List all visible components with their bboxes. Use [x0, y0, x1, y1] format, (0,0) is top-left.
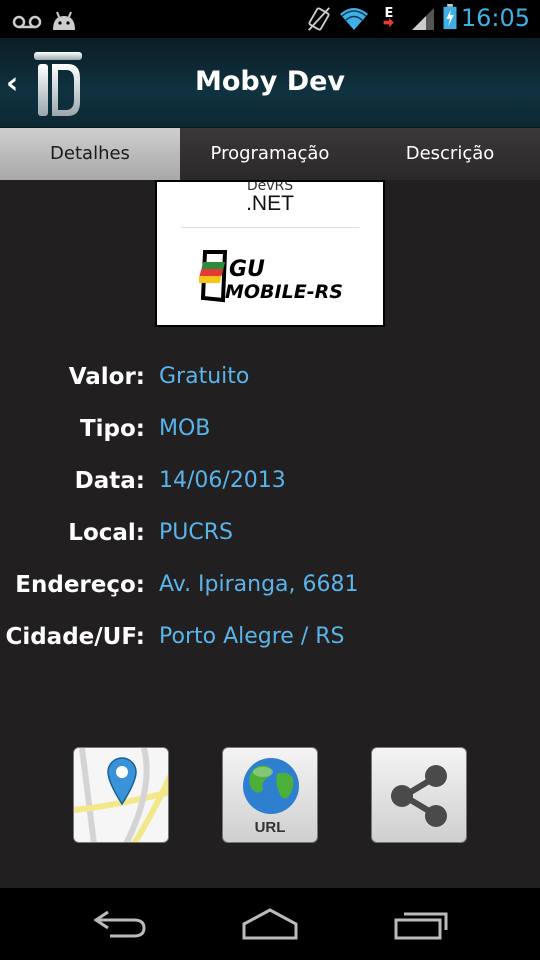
gu-mobile-rs-logo: GU MOBILE-RS: [199, 250, 343, 303]
map-pin-icon: [74, 748, 168, 842]
wifi-icon: [340, 8, 368, 30]
detail-label: Tipo:: [79, 416, 145, 442]
detail-value: Av. Ipiranga, 6681: [159, 572, 359, 597]
detail-label: Endereço:: [15, 572, 145, 598]
vibrate-icon: [308, 7, 330, 31]
nav-back-icon[interactable]: [90, 906, 150, 942]
sponsor-net-text: .NET: [246, 192, 294, 215]
tab-descricao[interactable]: Descrição: [360, 128, 540, 180]
detail-label: Cidade/UF:: [5, 624, 145, 650]
status-bar: E 16:05: [0, 0, 540, 38]
svg-text:E: E: [385, 6, 394, 21]
detail-label: Data:: [74, 468, 145, 494]
detail-value: Gratuito: [159, 364, 250, 389]
nav-recents-icon[interactable]: [392, 906, 452, 942]
sponsor-image: DevRS .NET GU MOBILE-RS: [155, 180, 385, 327]
tab-programacao[interactable]: Programação: [180, 128, 360, 180]
android-icon: [53, 11, 75, 30]
detail-row-endereco: Endereço: Av. Ipiranga, 6681: [0, 565, 540, 605]
sponsor-divider: [181, 227, 359, 228]
signal-icon: [412, 8, 434, 30]
logo-text-gu: GU: [229, 257, 265, 282]
nav-bar: [0, 888, 540, 960]
detail-value: Porto Alegre / RS: [159, 624, 345, 649]
detail-row-valor: Valor: Gratuito: [0, 357, 540, 397]
nav-home-icon[interactable]: [240, 906, 300, 942]
map-button[interactable]: [73, 747, 169, 843]
url-label: URL: [254, 819, 286, 836]
detail-row-cidade: Cidade/UF: Porto Alegre / RS: [0, 617, 540, 657]
tab-detalhes[interactable]: Detalhes: [0, 128, 180, 180]
action-bar: ‹ Moby Dev: [0, 38, 540, 128]
logo-text-mobile-rs: MOBILE-RS: [225, 281, 343, 303]
detail-row-tipo: Tipo: MOB: [0, 409, 540, 449]
voicemail-icon: [12, 15, 42, 29]
clock-time: 16:05: [460, 4, 530, 32]
detail-label: Local:: [68, 520, 145, 546]
battery-charging-icon: [443, 4, 457, 30]
detail-row-local: Local: PUCRS: [0, 513, 540, 553]
detail-label: Valor:: [68, 364, 145, 390]
detail-row-data: Data: 14/06/2013: [0, 461, 540, 501]
app-title: Moby Dev: [194, 66, 346, 97]
share-icon: [391, 765, 447, 827]
tab-bar: Detalhes Programação Descrição: [0, 128, 540, 180]
detail-value: PUCRS: [159, 520, 233, 545]
share-button[interactable]: [371, 747, 467, 843]
url-button[interactable]: URL: [222, 747, 318, 843]
detail-value: 14/06/2013: [159, 468, 286, 493]
detail-value: MOB: [159, 416, 211, 441]
data-icon: E: [383, 6, 394, 28]
